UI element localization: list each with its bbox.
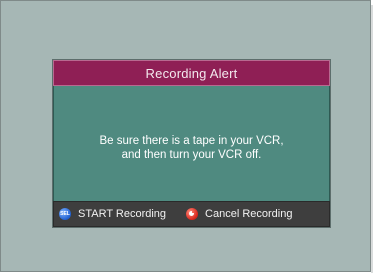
cancel-button-icon (186, 208, 199, 220)
message-line-2: and then turn your VCR off. (121, 148, 262, 161)
recording-alert-dialog: Recording Alert Be sure there is a tape … (53, 60, 330, 227)
start-recording-label: START Recording (78, 208, 167, 220)
dialog-title: Recording Alert (53, 60, 330, 86)
cancel-recording-label: Cancel Recording (205, 208, 293, 220)
tv-screen: Recording Alert Be sure there is a tape … (0, 0, 373, 273)
start-recording-button[interactable]: SEL START Recording (59, 208, 166, 220)
dialog-footer: SEL START Recording Cancel Recording (53, 201, 330, 227)
message-line-1: Be sure there is a tape in your VCR, (99, 134, 284, 147)
dialog-message: Be sure there is a tape in your VCR, and… (53, 86, 330, 201)
cancel-recording-button[interactable]: Cancel Recording (186, 208, 292, 220)
sel-button-icon: SEL (59, 208, 71, 220)
dialog-title-text: Recording Alert (145, 65, 238, 81)
